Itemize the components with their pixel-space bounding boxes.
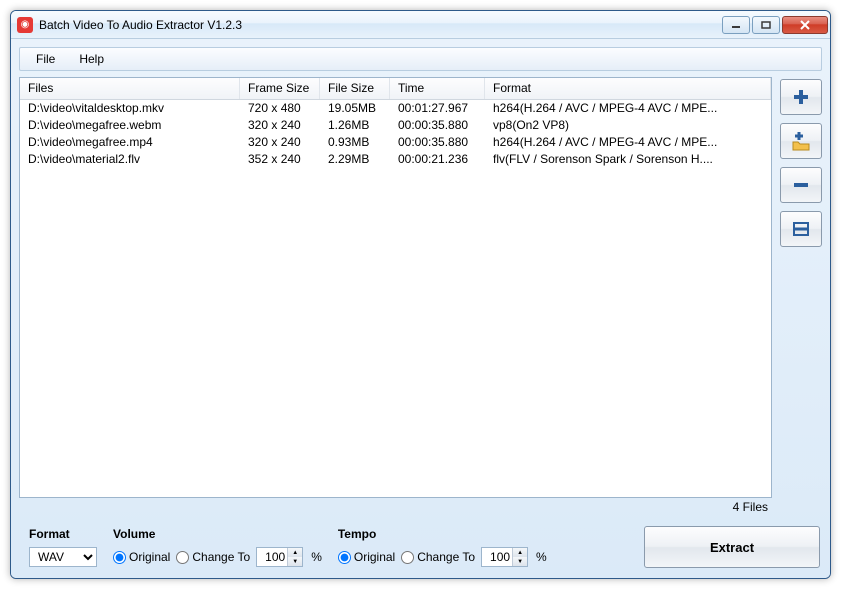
cell-size: 19.05MB <box>320 100 390 117</box>
cell-files: D:\video\megafree.webm <box>20 117 240 134</box>
cell-format: h264(H.264 / AVC / MPEG-4 AVC / MPE... <box>485 100 771 117</box>
tempo-spin-down[interactable]: ▼ <box>513 557 527 566</box>
plus-folder-icon <box>789 130 813 152</box>
cell-time: 00:00:35.880 <box>390 134 485 151</box>
col-header-size[interactable]: File Size <box>320 78 390 99</box>
volume-original-radio[interactable]: Original <box>113 550 170 564</box>
window-controls <box>722 16 828 34</box>
cell-time: 00:01:27.967 <box>390 100 485 117</box>
plus-icon <box>790 86 812 108</box>
side-buttons <box>780 77 822 514</box>
list-body: D:\video\vitaldesktop.mkv720 x 48019.05M… <box>20 100 771 168</box>
cell-files: D:\video\megafree.mp4 <box>20 134 240 151</box>
maximize-icon <box>761 21 771 29</box>
menu-file[interactable]: File <box>24 49 67 69</box>
table-row[interactable]: D:\video\material2.flv352 x 2402.29MB00:… <box>20 151 771 168</box>
volume-pct: % <box>311 550 322 564</box>
volume-original-text: Original <box>129 550 170 564</box>
tempo-changeto-input[interactable] <box>401 551 414 564</box>
work-area: Files Frame Size File Size Time Format D… <box>19 77 822 514</box>
volume-changeto-radio[interactable]: Change To <box>176 550 250 564</box>
window-title: Batch Video To Audio Extractor V1.2.3 <box>39 18 722 32</box>
list-header: Files Frame Size File Size Time Format <box>20 78 771 100</box>
cell-frame: 320 x 240 <box>240 117 320 134</box>
tempo-original-text: Original <box>354 550 395 564</box>
remove-button[interactable] <box>780 167 822 203</box>
file-count: 4 Files <box>19 498 772 514</box>
cell-format: h264(H.264 / AVC / MPEG-4 AVC / MPE... <box>485 134 771 151</box>
volume-changeto-text: Change To <box>192 550 250 564</box>
minimize-icon <box>731 21 741 29</box>
menubar: File Help <box>19 47 822 71</box>
minimize-button[interactable] <box>722 16 750 34</box>
volume-spin-down[interactable]: ▼ <box>288 557 302 566</box>
col-header-files[interactable]: Files <box>20 78 240 99</box>
table-row[interactable]: D:\video\megafree.mp4320 x 2400.93MB00:0… <box>20 134 771 151</box>
extract-button[interactable]: Extract <box>644 526 820 568</box>
volume-changeto-input[interactable] <box>176 551 189 564</box>
col-header-frame[interactable]: Frame Size <box>240 78 320 99</box>
format-select[interactable]: WAV <box>29 547 97 567</box>
table-row[interactable]: D:\video\megafree.webm320 x 2401.26MB00:… <box>20 117 771 134</box>
close-button[interactable] <box>782 16 828 34</box>
table-row[interactable]: D:\video\vitaldesktop.mkv720 x 48019.05M… <box>20 100 771 117</box>
clear-icon <box>790 218 812 240</box>
cell-frame: 320 x 240 <box>240 134 320 151</box>
cell-files: D:\video\material2.flv <box>20 151 240 168</box>
cell-files: D:\video\vitaldesktop.mkv <box>20 100 240 117</box>
clear-all-button[interactable] <box>780 211 822 247</box>
col-header-format[interactable]: Format <box>485 78 771 99</box>
cell-format: flv(FLV / Sorenson Spark / Sorenson H...… <box>485 151 771 168</box>
minus-icon <box>790 174 812 196</box>
cell-size: 2.29MB <box>320 151 390 168</box>
volume-group: Volume Original Change To ▲ ▼ <box>113 527 322 567</box>
titlebar: ◉ Batch Video To Audio Extractor V1.2.3 <box>11 11 830 39</box>
add-folder-button[interactable] <box>780 123 822 159</box>
cell-size: 1.26MB <box>320 117 390 134</box>
tempo-changeto-radio[interactable]: Change To <box>401 550 475 564</box>
cell-time: 00:00:21.236 <box>390 151 485 168</box>
volume-label: Volume <box>113 527 322 541</box>
tempo-value-input[interactable] <box>482 548 512 566</box>
file-listview[interactable]: Files Frame Size File Size Time Format D… <box>19 77 772 498</box>
volume-original-input[interactable] <box>113 551 126 564</box>
cell-frame: 352 x 240 <box>240 151 320 168</box>
tempo-pct: % <box>536 550 547 564</box>
cell-frame: 720 x 480 <box>240 100 320 117</box>
tempo-original-radio[interactable]: Original <box>338 550 395 564</box>
app-window: ◉ Batch Video To Audio Extractor V1.2.3 … <box>10 10 831 579</box>
tempo-original-input[interactable] <box>338 551 351 564</box>
volume-value-input[interactable] <box>257 548 287 566</box>
bottom-panel: Format WAV Volume Original Change <box>19 520 822 570</box>
cell-format: vp8(On2 VP8) <box>485 117 771 134</box>
close-icon <box>799 20 811 30</box>
col-header-time[interactable]: Time <box>390 78 485 99</box>
format-label: Format <box>29 527 97 541</box>
add-file-button[interactable] <box>780 79 822 115</box>
tempo-group: Tempo Original Change To ▲ ▼ <box>338 527 547 567</box>
volume-spinner[interactable]: ▲ ▼ <box>256 547 303 567</box>
tempo-spinner[interactable]: ▲ ▼ <box>481 547 528 567</box>
maximize-button[interactable] <box>752 16 780 34</box>
menu-help[interactable]: Help <box>67 49 116 69</box>
cell-size: 0.93MB <box>320 134 390 151</box>
format-group: Format WAV <box>29 527 97 567</box>
tempo-changeto-text: Change To <box>417 550 475 564</box>
volume-spin-up[interactable]: ▲ <box>288 548 302 557</box>
tempo-spin-up[interactable]: ▲ <box>513 548 527 557</box>
tempo-label: Tempo <box>338 527 547 541</box>
cell-time: 00:00:35.880 <box>390 117 485 134</box>
app-icon: ◉ <box>17 17 33 33</box>
client-area: File Help Files Frame Size File Size Tim… <box>11 39 830 578</box>
list-wrap: Files Frame Size File Size Time Format D… <box>19 77 772 514</box>
